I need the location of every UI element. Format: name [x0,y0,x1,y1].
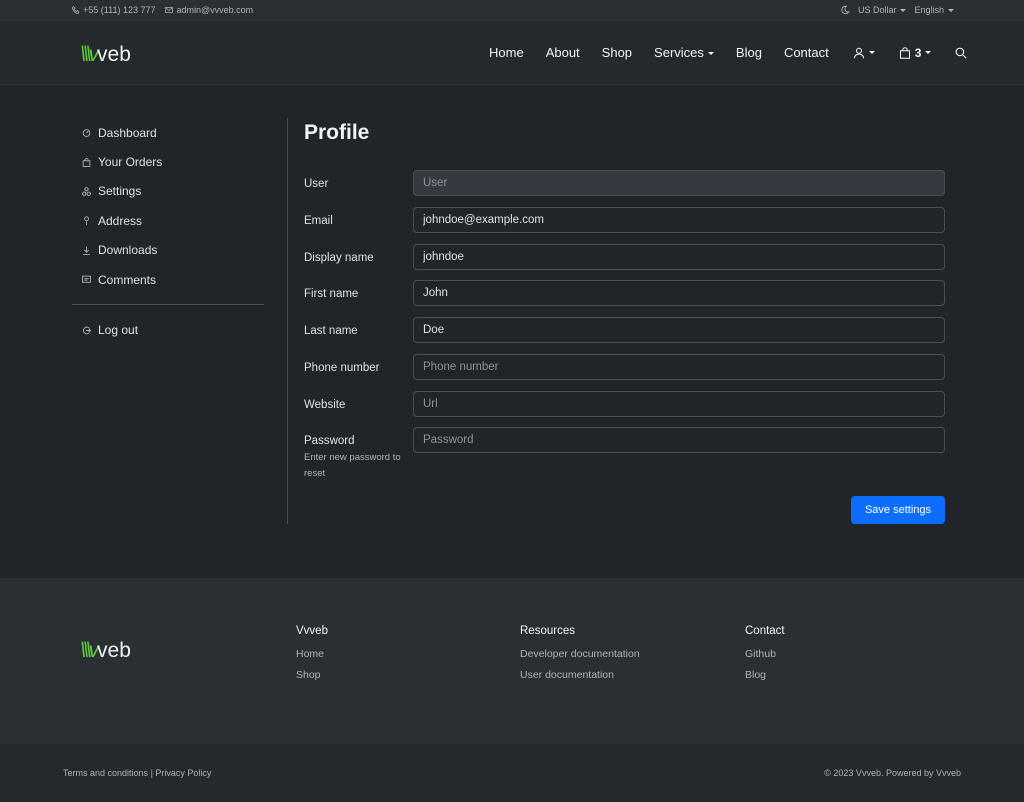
field-label: User [304,178,329,190]
bag-icon [82,157,98,167]
email-text: admin@vvveb.com [176,5,254,15]
main-nav: Home About Shop Services Blog Contact 3 [489,45,968,60]
download-icon [82,246,98,255]
caret-down-icon [948,9,954,13]
first-name-field[interactable] [413,280,945,306]
field-label: First name [304,288,359,300]
footer-link-shop[interactable]: Shop [296,669,328,681]
logo-mark: \\\v [80,43,99,66]
footer-col-resources: Resources Developer documentation User d… [520,625,640,690]
caret-down-icon [707,52,714,56]
cart-count: 3 [914,45,922,60]
theme-toggle-icon[interactable] [840,5,850,15]
language-dropdown[interactable]: English [914,5,954,15]
content-divider [287,118,288,524]
currency-dropdown[interactable]: US Dollar [858,5,907,15]
caret-down-icon [868,51,875,54]
account-sidebar: Dashboard Your Orders Settings Address D… [72,118,264,345]
profile-form: Profile User Email Display name First na… [304,118,945,524]
footer-heading: Contact [745,625,785,637]
save-settings-button[interactable]: Save settings [851,496,945,524]
nav-blog[interactable]: Blog [736,45,762,60]
dashboard-icon [82,128,98,138]
field-label: Display name [304,252,374,264]
sidebar-item-orders[interactable]: Your Orders [72,147,264,176]
nav-home[interactable]: Home [489,45,524,60]
password-field[interactable] [413,427,945,453]
password-help-text: Enter new password to reset [304,452,401,479]
phone-field[interactable] [413,354,945,380]
terms-link[interactable]: Terms and conditions [63,768,148,778]
sidebar-item-address[interactable]: Address [72,206,264,235]
pin-icon [82,216,98,226]
display-name-field[interactable] [413,244,945,270]
nav-services[interactable]: Services [654,45,714,60]
brand-logo[interactable]: \\\v veb [80,43,131,67]
header: \\\v veb Home About Shop Services Blog C… [0,21,1024,85]
logout-icon [82,326,98,335]
page-title: Profile [304,121,370,144]
top-bar: +55 (111) 123 777 admin@vvveb.com US Dol… [0,0,1024,21]
website-field[interactable] [413,391,945,417]
footer-col-contact: Contact Github Blog [745,625,785,690]
cart-menu[interactable]: 3 [899,46,932,60]
settings-icon [82,187,98,196]
search-icon[interactable] [955,47,968,59]
footer: \\\v veb Vvveb Home Shop Resources Devel… [0,578,1024,744]
footer-col-vvveb: Vvveb Home Shop [296,625,328,690]
nav-shop[interactable]: Shop [602,45,632,60]
privacy-link[interactable]: Privacy Policy [155,768,211,778]
footer-link-home[interactable]: Home [296,648,328,660]
user-field [413,170,945,196]
phone-info[interactable]: +55 (111) 123 777 [72,5,155,15]
footer-heading: Vvveb [296,625,328,637]
bottom-bar: Terms and conditions | Privacy Policy © … [0,744,1024,802]
caret-down-icon [925,51,932,54]
email-field[interactable] [413,207,945,233]
footer-link-developer-docs[interactable]: Developer documentation [520,648,640,660]
mail-icon [165,7,174,13]
user-icon [853,47,864,58]
field-label: Email [304,215,333,227]
field-label: Last name [304,325,358,337]
field-label: Password Enter new password to reset [304,435,404,482]
comment-icon [82,275,98,284]
nav-about[interactable]: About [546,45,580,60]
phone-icon [72,6,80,14]
field-label: Website [304,399,346,411]
sidebar-item-dashboard[interactable]: Dashboard [72,118,264,147]
nav-contact[interactable]: Contact [784,45,829,60]
user-menu[interactable] [853,47,875,59]
field-label: Phone number [304,362,380,374]
logo-word: veb [97,43,131,66]
footer-link-blog[interactable]: Blog [745,669,785,681]
footer-link-user-docs[interactable]: User documentation [520,669,640,681]
logo-word: veb [97,639,131,662]
sidebar-divider [72,304,264,306]
footer-link-github[interactable]: Github [745,648,785,660]
logo-mark: \\\v [80,639,99,662]
last-name-field[interactable] [413,317,945,343]
footer-logo[interactable]: \\\v veb [80,639,131,663]
phone-text: +55 (111) 123 777 [83,5,156,15]
legal-links: Terms and conditions | Privacy Policy [63,768,211,778]
sidebar-item-settings[interactable]: Settings [72,177,264,206]
sidebar-item-logout[interactable]: Log out [72,315,264,344]
email-info[interactable]: admin@vvveb.com [165,5,253,15]
caret-down-icon [900,9,907,13]
cart-bag-icon [899,46,910,59]
copyright: © 2023 Vvveb. Powered by Vvveb [824,768,961,778]
link-separator: | [150,768,153,778]
sidebar-item-downloads[interactable]: Downloads [72,236,264,265]
sidebar-item-comments[interactable]: Comments [72,265,264,294]
footer-heading: Resources [520,625,575,637]
